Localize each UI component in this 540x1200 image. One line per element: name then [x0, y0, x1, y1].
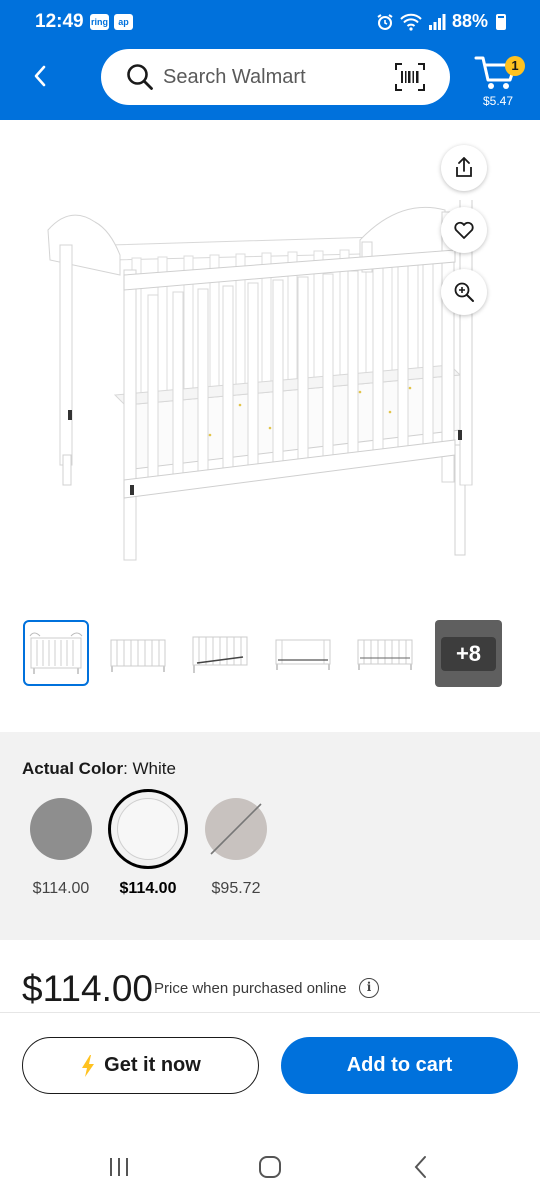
color-label: Actual Color: [22, 759, 124, 778]
cart-total: $5.47: [483, 94, 514, 108]
app-header: 12:49 ring ap 88% Search Walmart 1 $5.47: [0, 0, 540, 120]
zoom-button[interactable]: [441, 269, 487, 315]
search-bar[interactable]: [101, 49, 450, 105]
search-icon: [127, 64, 153, 90]
swatch-white-fill: [117, 798, 179, 860]
thumbnail-3[interactable]: [187, 620, 253, 686]
info-icon[interactable]: i: [359, 978, 379, 998]
thumbnail-1[interactable]: [23, 620, 89, 686]
home-icon: [259, 1156, 281, 1178]
swatch-gray[interactable]: [30, 798, 92, 860]
color-heading: Actual Color: White: [22, 759, 176, 779]
back-icon: [414, 1156, 426, 1178]
color-value: White: [132, 759, 176, 778]
system-navigation-bar: [0, 1132, 540, 1200]
share-icon: [456, 157, 472, 177]
swatch-white-selected[interactable]: [108, 789, 188, 869]
recents-icon: [110, 1158, 128, 1176]
back-button[interactable]: [24, 58, 56, 94]
cart-button[interactable]: 1 $5.47: [470, 50, 530, 114]
barcode-scan-icon[interactable]: [394, 62, 426, 92]
add-to-cart-button[interactable]: Add to cart: [281, 1037, 518, 1094]
alarm-icon: [377, 13, 393, 30]
system-back-button[interactable]: [401, 1152, 441, 1182]
thumbnail-2[interactable]: [105, 620, 171, 686]
chevron-left-icon: [34, 65, 46, 87]
home-button[interactable]: [250, 1152, 290, 1182]
thumbnail-strip: +8: [0, 618, 540, 690]
cart-count-badge: 1: [505, 56, 525, 76]
swatch-greige-unavailable[interactable]: [205, 798, 267, 860]
swatch-price-greige: $95.72: [211, 880, 261, 897]
crib-thumbnail-image: [275, 639, 331, 670]
get-it-now-button[interactable]: Get it now: [22, 1037, 259, 1094]
crib-thumbnail-image: [357, 639, 413, 670]
status-time: 12:49: [35, 11, 84, 32]
battery-percent: 88%: [451, 11, 488, 31]
app-notification-icon: ap: [114, 14, 133, 30]
status-bar: 12:49 ring ap 88%: [0, 0, 540, 44]
swatch-price-white: $114.00: [119, 880, 177, 897]
purchase-action-bar: Get it now Add to cart: [0, 1012, 540, 1132]
search-input[interactable]: [163, 63, 393, 91]
crib-thumbnail-image: [192, 636, 248, 673]
unavailable-strike-icon: [210, 803, 262, 855]
share-button[interactable]: [441, 145, 487, 191]
get-it-now-label: Get it now: [104, 1054, 201, 1076]
color-separator: :: [123, 759, 133, 778]
ring-notification-icon: ring: [90, 14, 109, 30]
thumbnail-5[interactable]: [352, 620, 418, 686]
add-to-cart-label: Add to cart: [346, 1054, 453, 1076]
product-image-area: [0, 120, 540, 610]
swatch-price-gray: $114.00: [32, 880, 90, 897]
status-indicators: 88%: [376, 11, 506, 32]
wifi-icon: [400, 13, 422, 31]
more-images-label: +8: [441, 636, 496, 671]
battery-icon: [496, 13, 506, 30]
price-note: Price when purchased online: [154, 980, 347, 997]
favorite-button[interactable]: [441, 207, 487, 253]
heart-icon: [454, 221, 474, 239]
more-images-button[interactable]: +8: [435, 620, 502, 687]
recents-button[interactable]: [99, 1152, 139, 1182]
product-price: $114.00: [22, 968, 153, 1009]
crib-thumbnail-image: [29, 632, 83, 674]
lightning-icon: [82, 1054, 95, 1077]
zoom-icon: [454, 282, 474, 302]
color-selector: Actual Color: White $114.00 $114.00 $95.…: [0, 732, 540, 940]
thumbnail-4[interactable]: [270, 620, 336, 686]
crib-product-image[interactable]: [40, 200, 500, 570]
crib-thumbnail-image: [110, 639, 166, 672]
signal-icon: [428, 13, 446, 30]
